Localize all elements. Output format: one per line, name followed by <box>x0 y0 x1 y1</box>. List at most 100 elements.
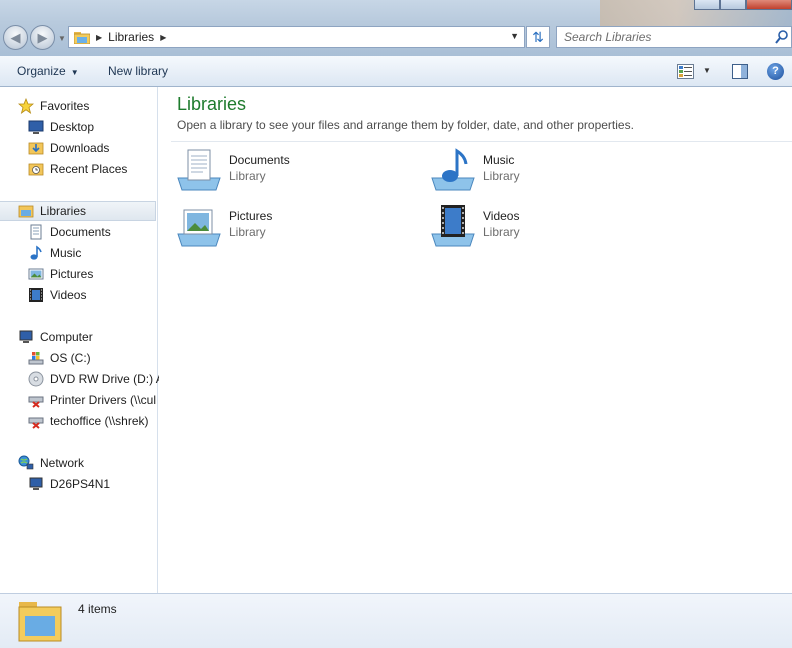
documents-library-icon <box>177 149 221 191</box>
network-computer-icon <box>29 477 43 490</box>
nav-libraries[interactable]: Libraries <box>0 201 156 221</box>
command-bar: Organize ▼ New library <box>0 56 792 87</box>
breadcrumb-libraries[interactable]: Libraries <box>108 30 154 44</box>
nav-item-desktop[interactable]: Desktop <box>28 117 94 137</box>
view-options-dropdown[interactable]: ▼ <box>703 66 711 75</box>
help-icon[interactable]: ? <box>767 63 784 80</box>
search-icon[interactable] <box>775 29 789 45</box>
nav-item-printer-drivers[interactable]: Printer Drivers (\\cul <box>28 390 156 410</box>
nav-item-music[interactable]: Music <box>28 243 81 263</box>
desktop-icon <box>28 120 44 134</box>
nav-item-dvd-drive[interactable]: DVD RW Drive (D:) A <box>28 369 164 389</box>
library-name: Documents <box>229 153 290 167</box>
caption-buttons <box>694 0 792 10</box>
page-subtitle: Open a library to see your files and arr… <box>177 118 634 132</box>
arrow-left-icon: ◀ <box>10 30 21 45</box>
library-name: Videos <box>483 209 520 223</box>
nav-item-techoffice[interactable]: techoffice (\\shrek) <box>28 411 148 431</box>
nav-item-label: Downloads <box>50 141 110 155</box>
divider <box>171 141 792 142</box>
documents-icon <box>30 224 42 240</box>
chevron-down-icon: ▼ <box>70 68 79 77</box>
nav-item-recent-places[interactable]: Recent Places <box>28 159 127 179</box>
refresh-icon: ⇅ <box>532 29 544 45</box>
search-box[interactable] <box>556 26 792 48</box>
windows-drive-icon <box>28 352 44 365</box>
address-bar[interactable]: ▶ Libraries ▶ ▼ <box>68 26 525 48</box>
nav-item-label: Music <box>50 246 82 260</box>
library-name: Music <box>483 153 515 167</box>
nav-item-label: Desktop <box>50 120 95 134</box>
videos-library-icon <box>431 205 475 247</box>
library-type: Library <box>483 169 520 183</box>
nav-item-label: Pictures <box>50 267 94 281</box>
nav-favorites-label: Favorites <box>40 99 90 113</box>
library-tile-pictures[interactable]: Pictures Library <box>176 204 396 252</box>
new-library-button[interactable]: New library <box>108 64 168 78</box>
back-button[interactable]: ◀ <box>3 25 28 50</box>
disconnected-network-drive-icon <box>28 396 44 408</box>
nav-computer-label: Computer <box>40 330 93 344</box>
search-input[interactable] <box>564 30 764 44</box>
library-tile-documents[interactable]: Documents Library <box>176 148 396 196</box>
nav-item-pictures[interactable]: Pictures <box>28 264 93 284</box>
breadcrumb-separator-icon[interactable]: ▶ <box>96 33 102 42</box>
library-type: Library <box>229 169 266 183</box>
arrow-right-icon: ▶ <box>37 30 48 45</box>
change-view-icon[interactable] <box>677 64 694 79</box>
maximize-button[interactable] <box>720 0 746 10</box>
videos-icon <box>29 288 43 302</box>
nav-item-label: DVD RW Drive (D:) A <box>50 372 164 386</box>
refresh-button[interactable]: ⇅ <box>526 26 550 48</box>
nav-network[interactable]: Network <box>18 453 84 473</box>
star-icon <box>18 98 34 114</box>
recent-pages-dropdown[interactable]: ▼ <box>58 34 66 43</box>
page-title: Libraries <box>177 94 247 114</box>
pictures-library-icon <box>177 209 221 247</box>
library-tile-videos[interactable]: Videos Library <box>430 204 650 252</box>
dvd-drive-icon <box>28 371 44 387</box>
disconnected-network-drive-icon <box>28 417 44 429</box>
nav-item-label: techoffice (\\shrek) <box>50 414 149 428</box>
nav-libraries-label: Libraries <box>40 204 87 218</box>
nav-item-downloads[interactable]: Downloads <box>28 138 109 158</box>
details-pane: 4 items <box>0 593 792 648</box>
nav-item-label: Recent Places <box>50 162 128 176</box>
downloads-folder-icon <box>28 142 44 155</box>
music-note-icon <box>30 245 42 260</box>
pictures-icon <box>28 268 44 280</box>
nav-computer[interactable]: Computer <box>18 327 93 347</box>
computer-icon <box>19 330 33 343</box>
nav-network-label: Network <box>40 456 85 470</box>
close-button[interactable] <box>746 0 792 10</box>
libraries-folder-icon <box>18 602 62 642</box>
nav-item-label: Videos <box>50 288 87 302</box>
organize-label: Organize <box>17 64 66 78</box>
organize-menu-button[interactable]: Organize ▼ <box>17 64 79 78</box>
nav-item-videos[interactable]: Videos <box>28 285 86 305</box>
content-area: Libraries Open a library to see your fil… <box>159 87 792 593</box>
address-history-dropdown[interactable]: ▼ <box>510 31 519 41</box>
nav-item-d26ps4n1[interactable]: D26PS4N1 <box>28 474 110 494</box>
minimize-button[interactable] <box>694 0 720 10</box>
nav-item-documents[interactable]: Documents <box>28 222 111 242</box>
nav-item-label: Documents <box>50 225 111 239</box>
nav-favorites[interactable]: Favorites <box>18 96 89 116</box>
nav-item-label: OS (C:) <box>50 351 91 365</box>
nav-item-label: Printer Drivers (\\cul <box>50 393 157 407</box>
network-icon <box>18 455 34 470</box>
nav-item-label: D26PS4N1 <box>50 477 111 491</box>
library-name: Pictures <box>229 209 273 223</box>
recent-places-icon <box>28 163 44 176</box>
forward-button[interactable]: ▶ <box>30 25 55 50</box>
navigation-pane: Favorites Desktop Downloads Recent Place… <box>0 87 164 593</box>
preview-pane-icon[interactable] <box>732 64 748 79</box>
nav-item-os-drive[interactable]: OS (C:) <box>28 348 91 368</box>
item-count: 4 items <box>78 602 117 616</box>
libraries-icon <box>18 205 34 218</box>
libraries-folder-icon <box>74 31 90 44</box>
breadcrumb-chevron-icon[interactable]: ▶ <box>160 33 166 42</box>
music-library-icon <box>431 148 475 191</box>
library-tile-music[interactable]: Music Library <box>430 148 650 196</box>
library-type: Library <box>229 225 266 239</box>
